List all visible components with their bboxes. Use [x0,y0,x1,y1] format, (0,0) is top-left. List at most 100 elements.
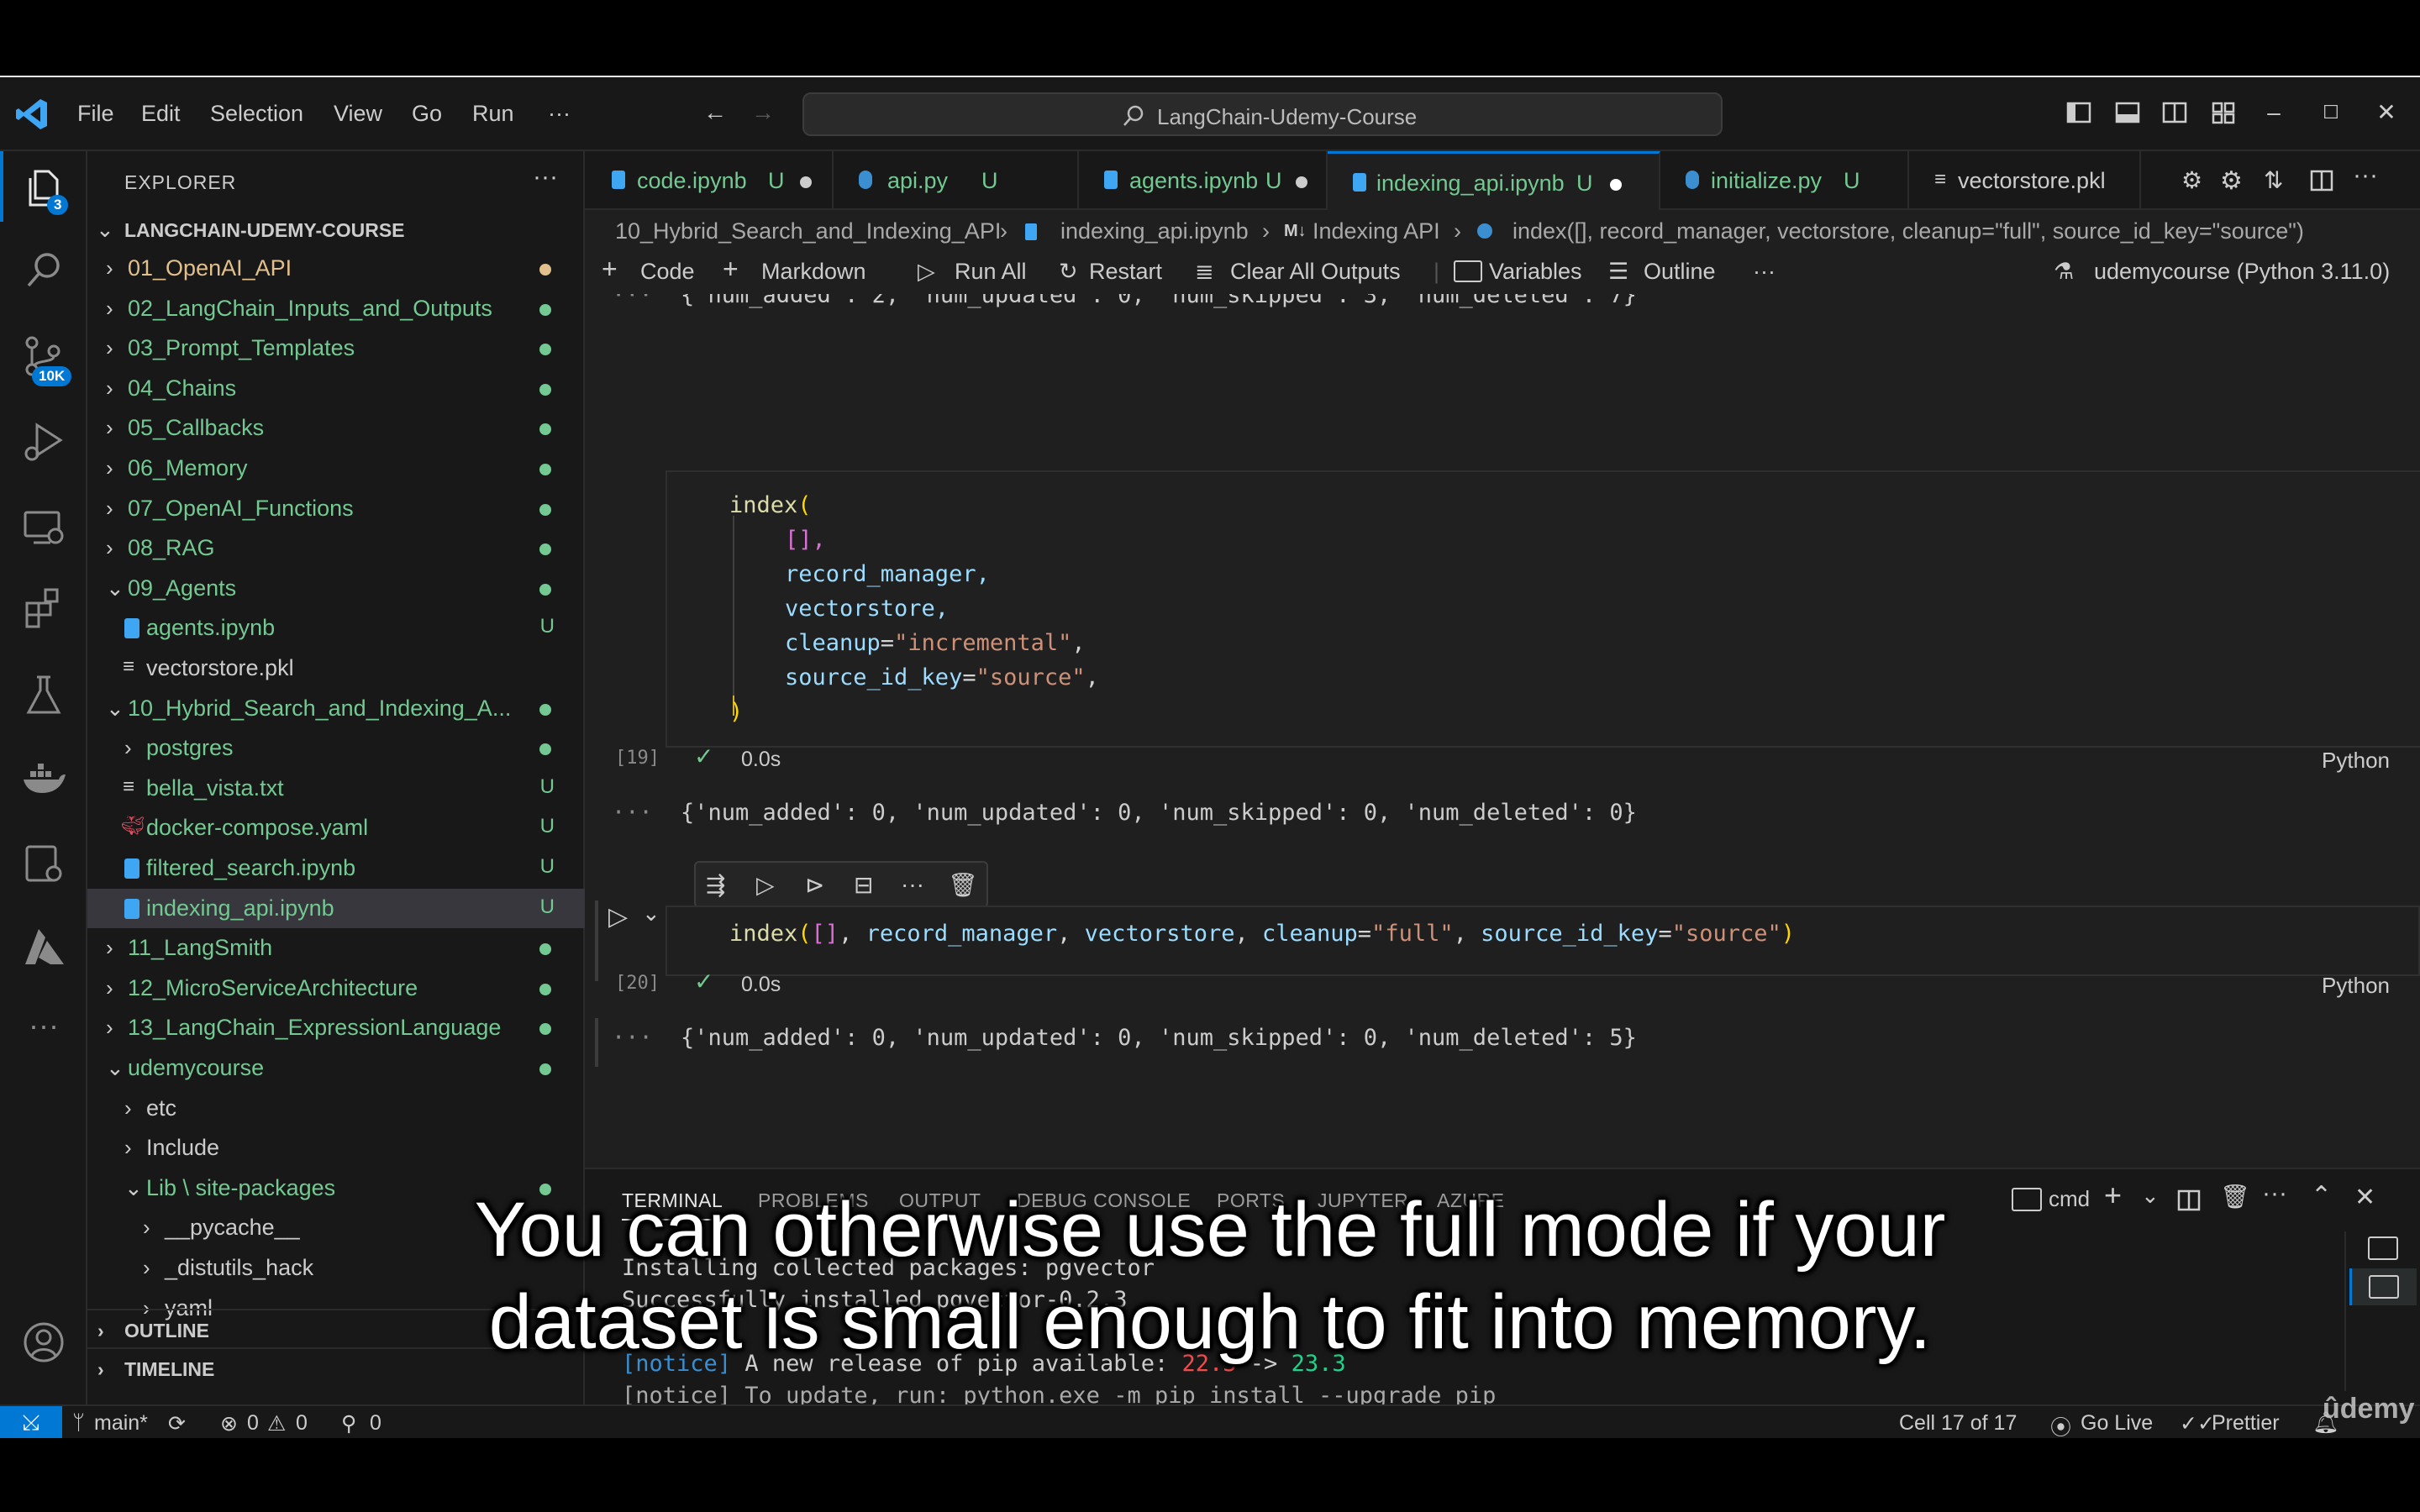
remote-explorer-icon[interactable] [20,504,67,551]
menu-go[interactable]: Go [412,101,442,127]
tree-folder[interactable]: › Include [87,1128,585,1168]
branch-name[interactable]: main* [94,1411,148,1436]
testing-flask-icon[interactable] [20,672,67,719]
tree-folder[interactable]: › 04_Chains [87,369,585,408]
sync-icon[interactable]: ⟳ [168,1411,186,1436]
run-all-button[interactable]: Run All [955,259,1027,285]
menu-more[interactable]: ··· [548,101,571,127]
workspace-root[interactable]: ⌄ LANGCHAIN-UDEMY-COURSE [87,210,585,249]
tab-initialize-py[interactable]: initialize.py U [1660,151,1909,210]
search-icon[interactable] [20,247,67,294]
tree-folder[interactable]: › 07_OpenAI_Functions [87,489,585,528]
output-more-icon[interactable]: ··· [612,800,653,826]
docker-icon[interactable] [20,756,67,803]
tree-folder[interactable]: ⌄ 09_Agents [87,569,585,608]
outline-button[interactable]: Outline [1644,259,1716,285]
tree-folder[interactable]: ⌄ 10_Hybrid_Search_and_Indexing_A... [87,689,585,728]
execute-below-icon[interactable]: ⊳ [805,871,824,899]
kernel-picker[interactable]: udemycourse (Python 3.11.0) [2094,259,2390,285]
breadcrumb-folder[interactable]: 10_Hybrid_Search_and_Indexing_API [615,218,1001,244]
prettier-button[interactable]: Prettier [2212,1411,2280,1436]
tree-file[interactable]: filtered_search.ipynb U [87,848,585,888]
jupyter-settings-icon[interactable]: ⚙ [2220,166,2243,196]
compare-changes-icon[interactable]: ⇅ [2264,166,2283,194]
run-by-line-icon[interactable]: ⇶ [706,871,725,899]
run-options-chevron-icon[interactable]: ⌄ [642,900,660,927]
tree-file[interactable]: agents.ipynb U [87,608,585,648]
split-editor-icon[interactable] [2309,168,2334,193]
breadcrumb-symbol[interactable]: index([], record_manager, vectorstore, c… [1512,218,2304,244]
delete-cell-icon[interactable]: 🗑 [948,871,978,899]
source-control-icon[interactable]: 10K [20,333,72,386]
more-views-icon[interactable]: ··· [20,1008,67,1055]
go-live-button[interactable]: Go Live [2081,1411,2153,1436]
tree-folder[interactable]: › etc [87,1089,585,1128]
warning-count[interactable]: 0 [296,1411,308,1436]
cell-more-icon[interactable]: ··· [901,871,924,898]
tab-indexing-api-ipynb[interactable]: indexing_api.ipynb U [1328,151,1660,210]
tree-folder[interactable]: › postgres [87,728,585,768]
execute-above-icon[interactable]: ▷ [756,871,775,899]
explorer-more-icon[interactable]: ··· [533,163,558,192]
tree-folder[interactable]: › 11_LangSmith [87,928,585,968]
toggle-secondary-sidebar-icon[interactable] [2161,99,2188,126]
menu-run[interactable]: Run [472,101,514,127]
toggle-panel-icon[interactable] [2114,99,2141,126]
modified-dot-icon[interactable] [1610,179,1622,191]
cell-language[interactable]: Python [2322,973,2390,999]
settings-gear-icon[interactable]: ⚙ [2181,166,2202,194]
extensions-icon[interactable] [20,585,67,632]
clear-all-outputs-button[interactable]: Clear All Outputs [1230,259,1401,285]
variables-button[interactable]: Variables [1489,259,1582,285]
tree-folder[interactable]: › 08_RAG [87,528,585,568]
editor-more-icon[interactable]: ··· [2353,161,2378,190]
command-center-search[interactable]: LangChain-Udemy-Course [802,92,1723,136]
tree-file[interactable]: ≡ bella_vista.txt U [87,769,585,808]
add-code-button[interactable]: Code [640,259,695,285]
maximize-icon[interactable]: ☐ [2317,99,2344,126]
minimize-icon[interactable]: – [2260,99,2287,126]
menu-file[interactable]: File [77,101,114,127]
back-arrow-icon[interactable]: ← [702,99,729,126]
menu-selection[interactable]: Selection [210,101,303,127]
tree-folder[interactable]: › 02_LangChain_Inputs_and_Outputs [87,289,585,328]
toggle-sidebar-icon[interactable] [2065,99,2092,126]
error-count[interactable]: 0 [247,1411,259,1436]
split-cell-icon[interactable]: ⊟ [854,871,873,899]
tree-file[interactable]: 🐳︎ docker-compose.yaml U [87,808,585,848]
tree-folder[interactable]: › 03_Prompt_Templates [87,328,585,368]
modified-dot-icon[interactable] [1296,176,1307,188]
tree-folder[interactable]: › 01_OpenAI_API [87,249,585,288]
tab-api-py[interactable]: api.py U [834,151,1079,210]
breadcrumb-file[interactable]: indexing_api.ipynb [1060,218,1249,244]
close-window-icon[interactable]: ✕ [2373,99,2400,126]
tree-folder[interactable]: › 05_Callbacks [87,408,585,448]
remote-indicator-icon[interactable]: ⤩ [0,1406,62,1438]
ports-count[interactable]: 0 [370,1411,381,1436]
tab-agents-ipynb[interactable]: agents.ipynb U [1079,151,1328,210]
add-markdown-button[interactable]: Markdown [761,259,866,285]
restart-button[interactable]: Restart [1089,259,1162,285]
tree-file[interactable]: ≡ vectorstore.pkl [87,648,585,688]
cell-language[interactable]: Python [2322,748,2390,774]
forward-arrow-icon[interactable]: → [750,99,776,126]
tree-folder[interactable]: › 13_LangChain_ExpressionLanguage [87,1008,585,1047]
azure-icon[interactable] [20,924,67,971]
modified-dot-icon[interactable] [800,176,812,188]
customize-layout-icon[interactable] [2210,99,2237,126]
toolbar-more-icon[interactable]: ··· [1753,259,1776,285]
tab-code-ipynb[interactable]: code.ipynb U [585,151,834,210]
cell-position[interactable]: Cell 17 of 17 [1899,1411,2017,1436]
tree-file[interactable]: indexing_api.ipynb U [87,888,585,928]
menu-view[interactable]: View [334,101,382,127]
explorer-icon[interactable]: 3 [20,165,69,215]
breadcrumb-section[interactable]: Indexing API [1313,218,1440,244]
run-cell-icon[interactable]: ▷ [608,902,628,932]
tree-folder[interactable]: ⌄ udemycourse [87,1048,585,1088]
jupyter-powertoys-icon[interactable] [20,840,67,887]
tree-folder[interactable]: › 12_MicroServiceArchitecture [87,969,585,1008]
tab-vectorstore-pkl[interactable]: ≡ vectorstore.pkl [1909,151,2141,210]
output-more-icon[interactable]: ··· [612,294,653,308]
run-debug-icon[interactable] [20,418,67,465]
menu-edit[interactable]: Edit [141,101,181,127]
